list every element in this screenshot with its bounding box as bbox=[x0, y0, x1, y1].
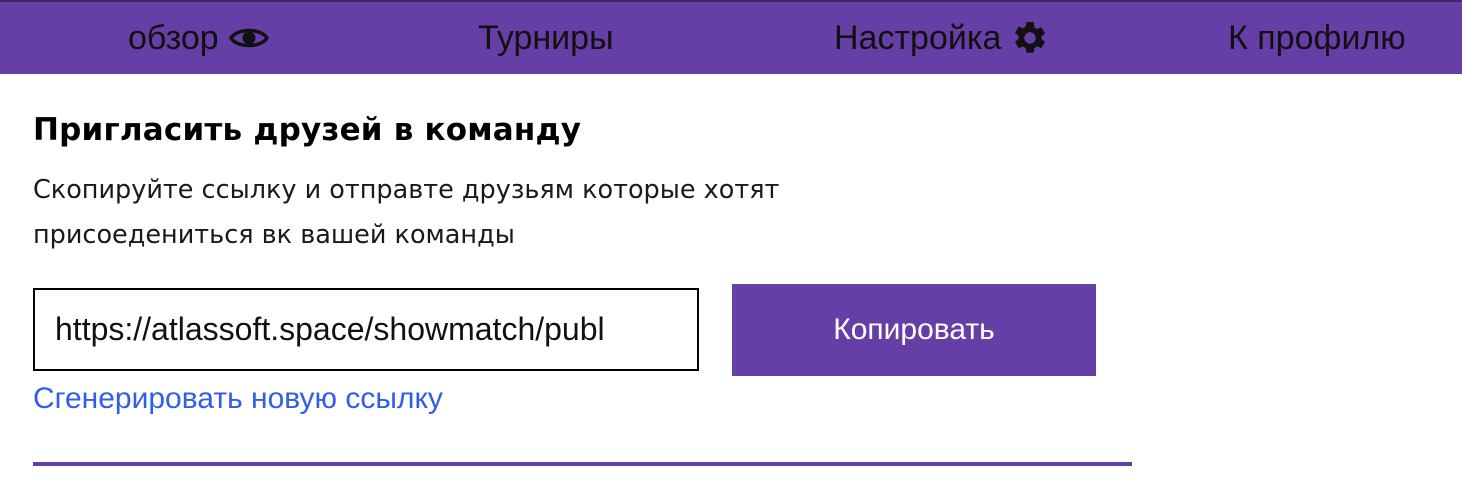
invite-description: Скопируйте ссылку и отправте друзьям кот… bbox=[33, 175, 780, 250]
nav-overview[interactable]: обзор bbox=[128, 2, 269, 74]
nav-overview-label: обзор bbox=[128, 18, 219, 57]
nav-settings[interactable]: Настройка bbox=[834, 2, 1049, 74]
section-divider bbox=[33, 462, 1132, 466]
nav-tournaments[interactable]: Турниры bbox=[478, 2, 614, 74]
top-nav-bar: обзор Турниры Настройка К профилю bbox=[0, 0, 1462, 74]
nav-profile-label: К профилю bbox=[1228, 18, 1406, 57]
generate-new-link[interactable]: Сгенерировать новую ссылку bbox=[33, 382, 443, 416]
nav-tournaments-label: Турниры bbox=[478, 18, 614, 57]
gear-icon bbox=[1011, 19, 1049, 57]
invite-link-field[interactable] bbox=[33, 288, 699, 371]
invite-title: Пригласить друзей в команду bbox=[33, 112, 582, 148]
nav-profile[interactable]: К профилю bbox=[1228, 2, 1406, 74]
copy-button[interactable]: Копировать bbox=[732, 284, 1096, 376]
nav-settings-label: Настройка bbox=[834, 18, 1002, 57]
eye-icon bbox=[228, 25, 269, 51]
